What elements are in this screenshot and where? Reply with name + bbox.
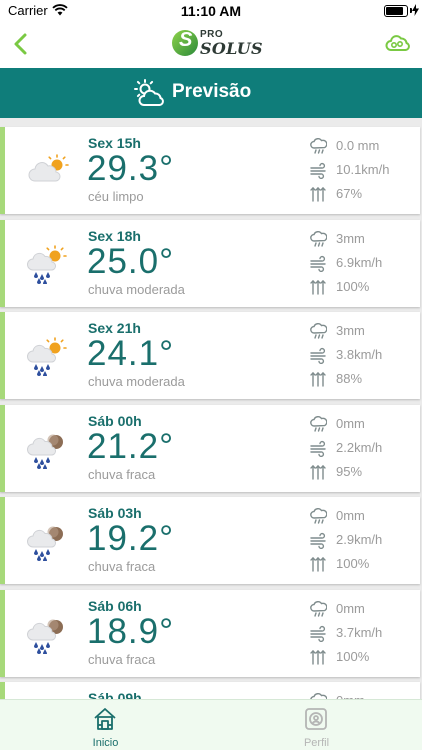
forecast-day: Sáb 09h [88, 690, 142, 699]
charging-bolt-icon [412, 4, 419, 16]
wind-icon [310, 440, 326, 457]
forecast-description: chuva moderada [88, 374, 185, 389]
humidity-icon [310, 557, 326, 572]
humidity-icon [310, 464, 326, 480]
pro-solus-logo: S PRO SOLUS [172, 28, 263, 60]
rain-sun-icon [27, 337, 67, 376]
forecast-card[interactable]: Sáb 00h 21.2° chuva fraca 0mm 2.2km/h 95% [0, 404, 420, 492]
rain-cloud-icon [310, 230, 327, 247]
forecast-card[interactable]: Sáb 09h0mm [0, 682, 420, 699]
battery-fill [386, 7, 404, 15]
rain-moon-icon [27, 619, 63, 654]
status-bar: Carrier 11:10 AM [0, 0, 422, 22]
tab-inicio[interactable]: Inicio [0, 700, 211, 750]
precipitation-value: 3mm [336, 230, 365, 246]
forecast-list[interactable]: Sex 15h 29.3° céu limpo 0.0 mm 10.1km/h 67% Se… [0, 118, 422, 699]
wind-speed-value: 10.1km/h [336, 162, 390, 177]
forecast-temperature: 18.9° [87, 611, 175, 651]
rain-cloud-icon [310, 415, 327, 432]
weather-cloud-sun-icon [134, 79, 164, 106]
rain-cloud-icon [310, 600, 327, 617]
forecast-card[interactable]: Sex 18h 25.0° chuva moderada 3mm 6.9km/h 100% [0, 219, 420, 307]
wind-speed-value: 2.9km/h [336, 532, 383, 547]
precipitation-value: 3mm [336, 323, 365, 338]
humidity-value: 88% [336, 371, 363, 386]
precipitation-value: 0mm [336, 508, 365, 523]
humidity-value: 100% [336, 278, 370, 294]
forecast-temperature: 24.1° [87, 334, 175, 373]
humidity-value: 95% [336, 463, 363, 479]
forecast-card[interactable]: Sáb 03h 19.2° chuva fraca 0mm 2.9km/h 100% [0, 497, 420, 584]
wind-icon [310, 532, 326, 549]
wind-icon [310, 255, 326, 272]
profile-icon [305, 708, 327, 730]
wind-speed-value: 3.8km/h [336, 347, 383, 362]
status-time: 11:10 AM [180, 3, 242, 19]
home-icon [94, 708, 116, 730]
wind-speed-value: 6.9km/h [336, 254, 383, 270]
tab-perfil-label: Perfil [303, 737, 330, 749]
wind-speed-value: 3.7km/h [336, 624, 383, 640]
rain-cloud-icon [310, 323, 327, 339]
forecast-description: céu limpo [88, 189, 144, 204]
tab-perfil[interactable]: Perfil [211, 700, 422, 750]
humidity-icon [310, 372, 326, 387]
forecast-description: chuva fraca [88, 559, 156, 574]
forecast-card[interactable]: Sex 21h 24.1° chuva moderada 3mm 3.8km/h 88% [0, 312, 420, 399]
wind-icon [310, 347, 326, 364]
precipitation-value: 0mm [336, 600, 365, 616]
precipitation-value: 0.0 mm [336, 138, 380, 153]
forecast-banner: Previsão [0, 68, 422, 118]
humidity-icon [310, 279, 326, 295]
cloud-icon [385, 35, 410, 51]
rain-cloud-icon [310, 508, 327, 524]
logo-s-glyph: S [179, 29, 193, 51]
cloud-sun-icon [28, 154, 69, 182]
page-title: Previsão [172, 81, 252, 102]
forecast-description: chuva fraca [88, 651, 156, 667]
rain-cloud-icon [310, 138, 327, 154]
forecast-temperature: 29.3° [87, 149, 175, 188]
precipitation-value: 0mm [336, 415, 365, 431]
tab-bar: Inicio Perfil [0, 699, 422, 750]
tab-inicio-label: Inicio [92, 737, 119, 749]
forecast-description: chuva fraca [88, 466, 156, 482]
wind-speed-value: 2.2km/h [336, 439, 383, 455]
back-button[interactable] [6, 28, 38, 60]
humidity-value: 100% [336, 648, 370, 664]
rain-moon-icon [27, 434, 63, 469]
battery-icon [384, 5, 408, 17]
forecast-temperature: 21.2° [87, 426, 175, 466]
humidity-value: 100% [336, 556, 370, 571]
rain-moon-icon [27, 526, 63, 561]
humidity-icon [310, 649, 326, 665]
chevron-left-icon [14, 33, 27, 55]
forecast-card[interactable]: Sáb 06h 18.9° chuva fraca 0mm 3.7km/h 100% [0, 589, 420, 677]
wind-icon [310, 162, 326, 179]
cloud-button[interactable] [384, 30, 412, 58]
forecast-temperature: 19.2° [87, 519, 175, 558]
humidity-icon [310, 187, 326, 202]
humidity-value: 67% [336, 186, 363, 201]
nav-bar: S PRO SOLUS [0, 22, 422, 68]
forecast-description: chuva moderada [88, 281, 185, 297]
wind-icon [310, 625, 326, 642]
rain-sun-icon [27, 244, 67, 284]
forecast-card[interactable]: Sex 15h 29.3° céu limpo 0.0 mm 10.1km/h 67% [0, 127, 420, 214]
logo-solus-text: SOLUS [200, 39, 263, 58]
forecast-temperature: 25.0° [87, 241, 175, 281]
